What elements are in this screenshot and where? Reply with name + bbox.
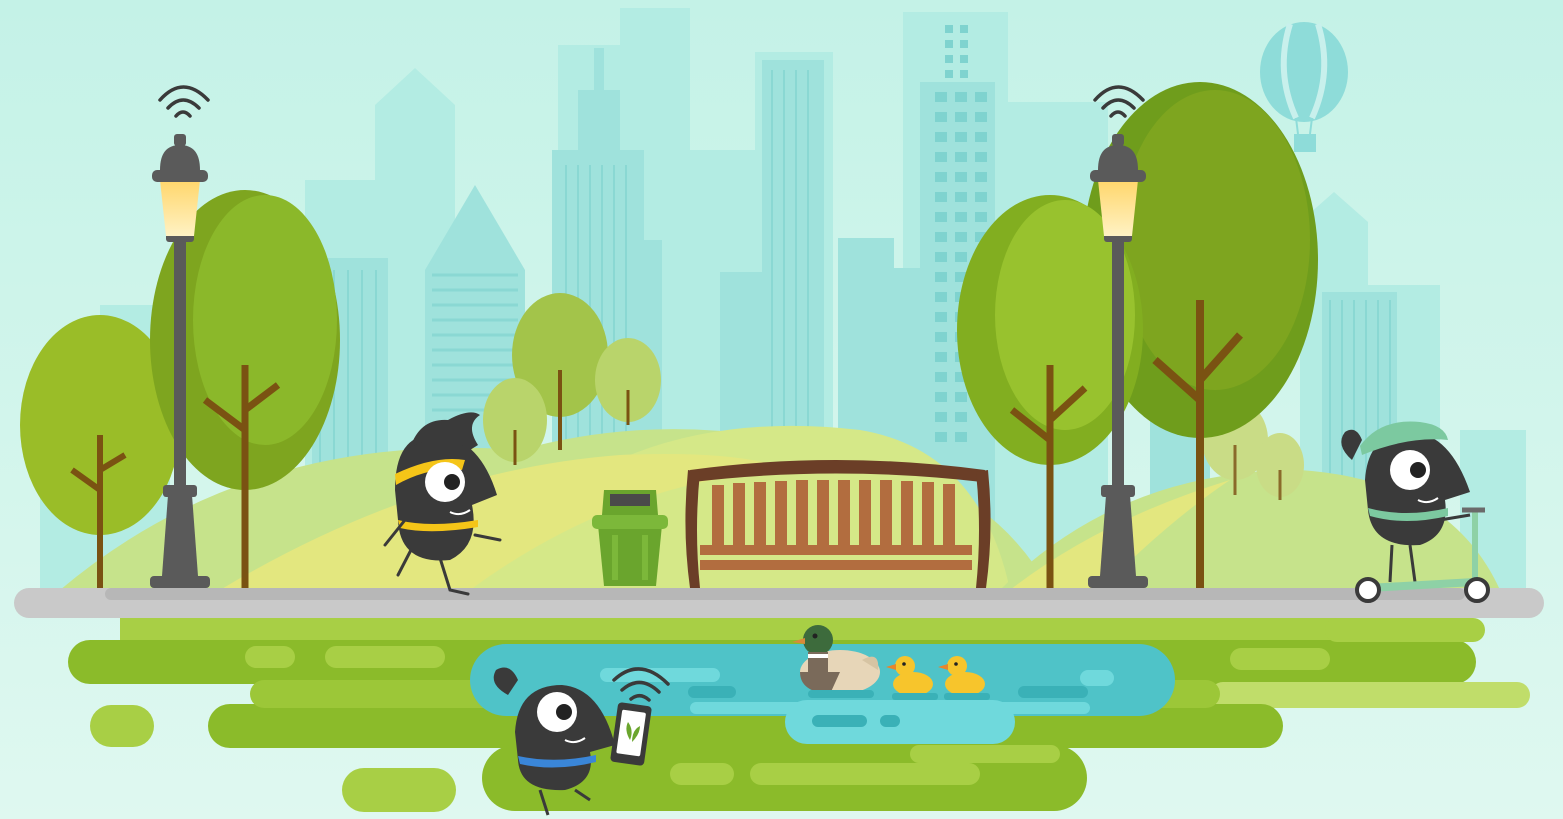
trash-bin	[592, 490, 668, 586]
smart-city-park-illustration	[0, 0, 1563, 819]
